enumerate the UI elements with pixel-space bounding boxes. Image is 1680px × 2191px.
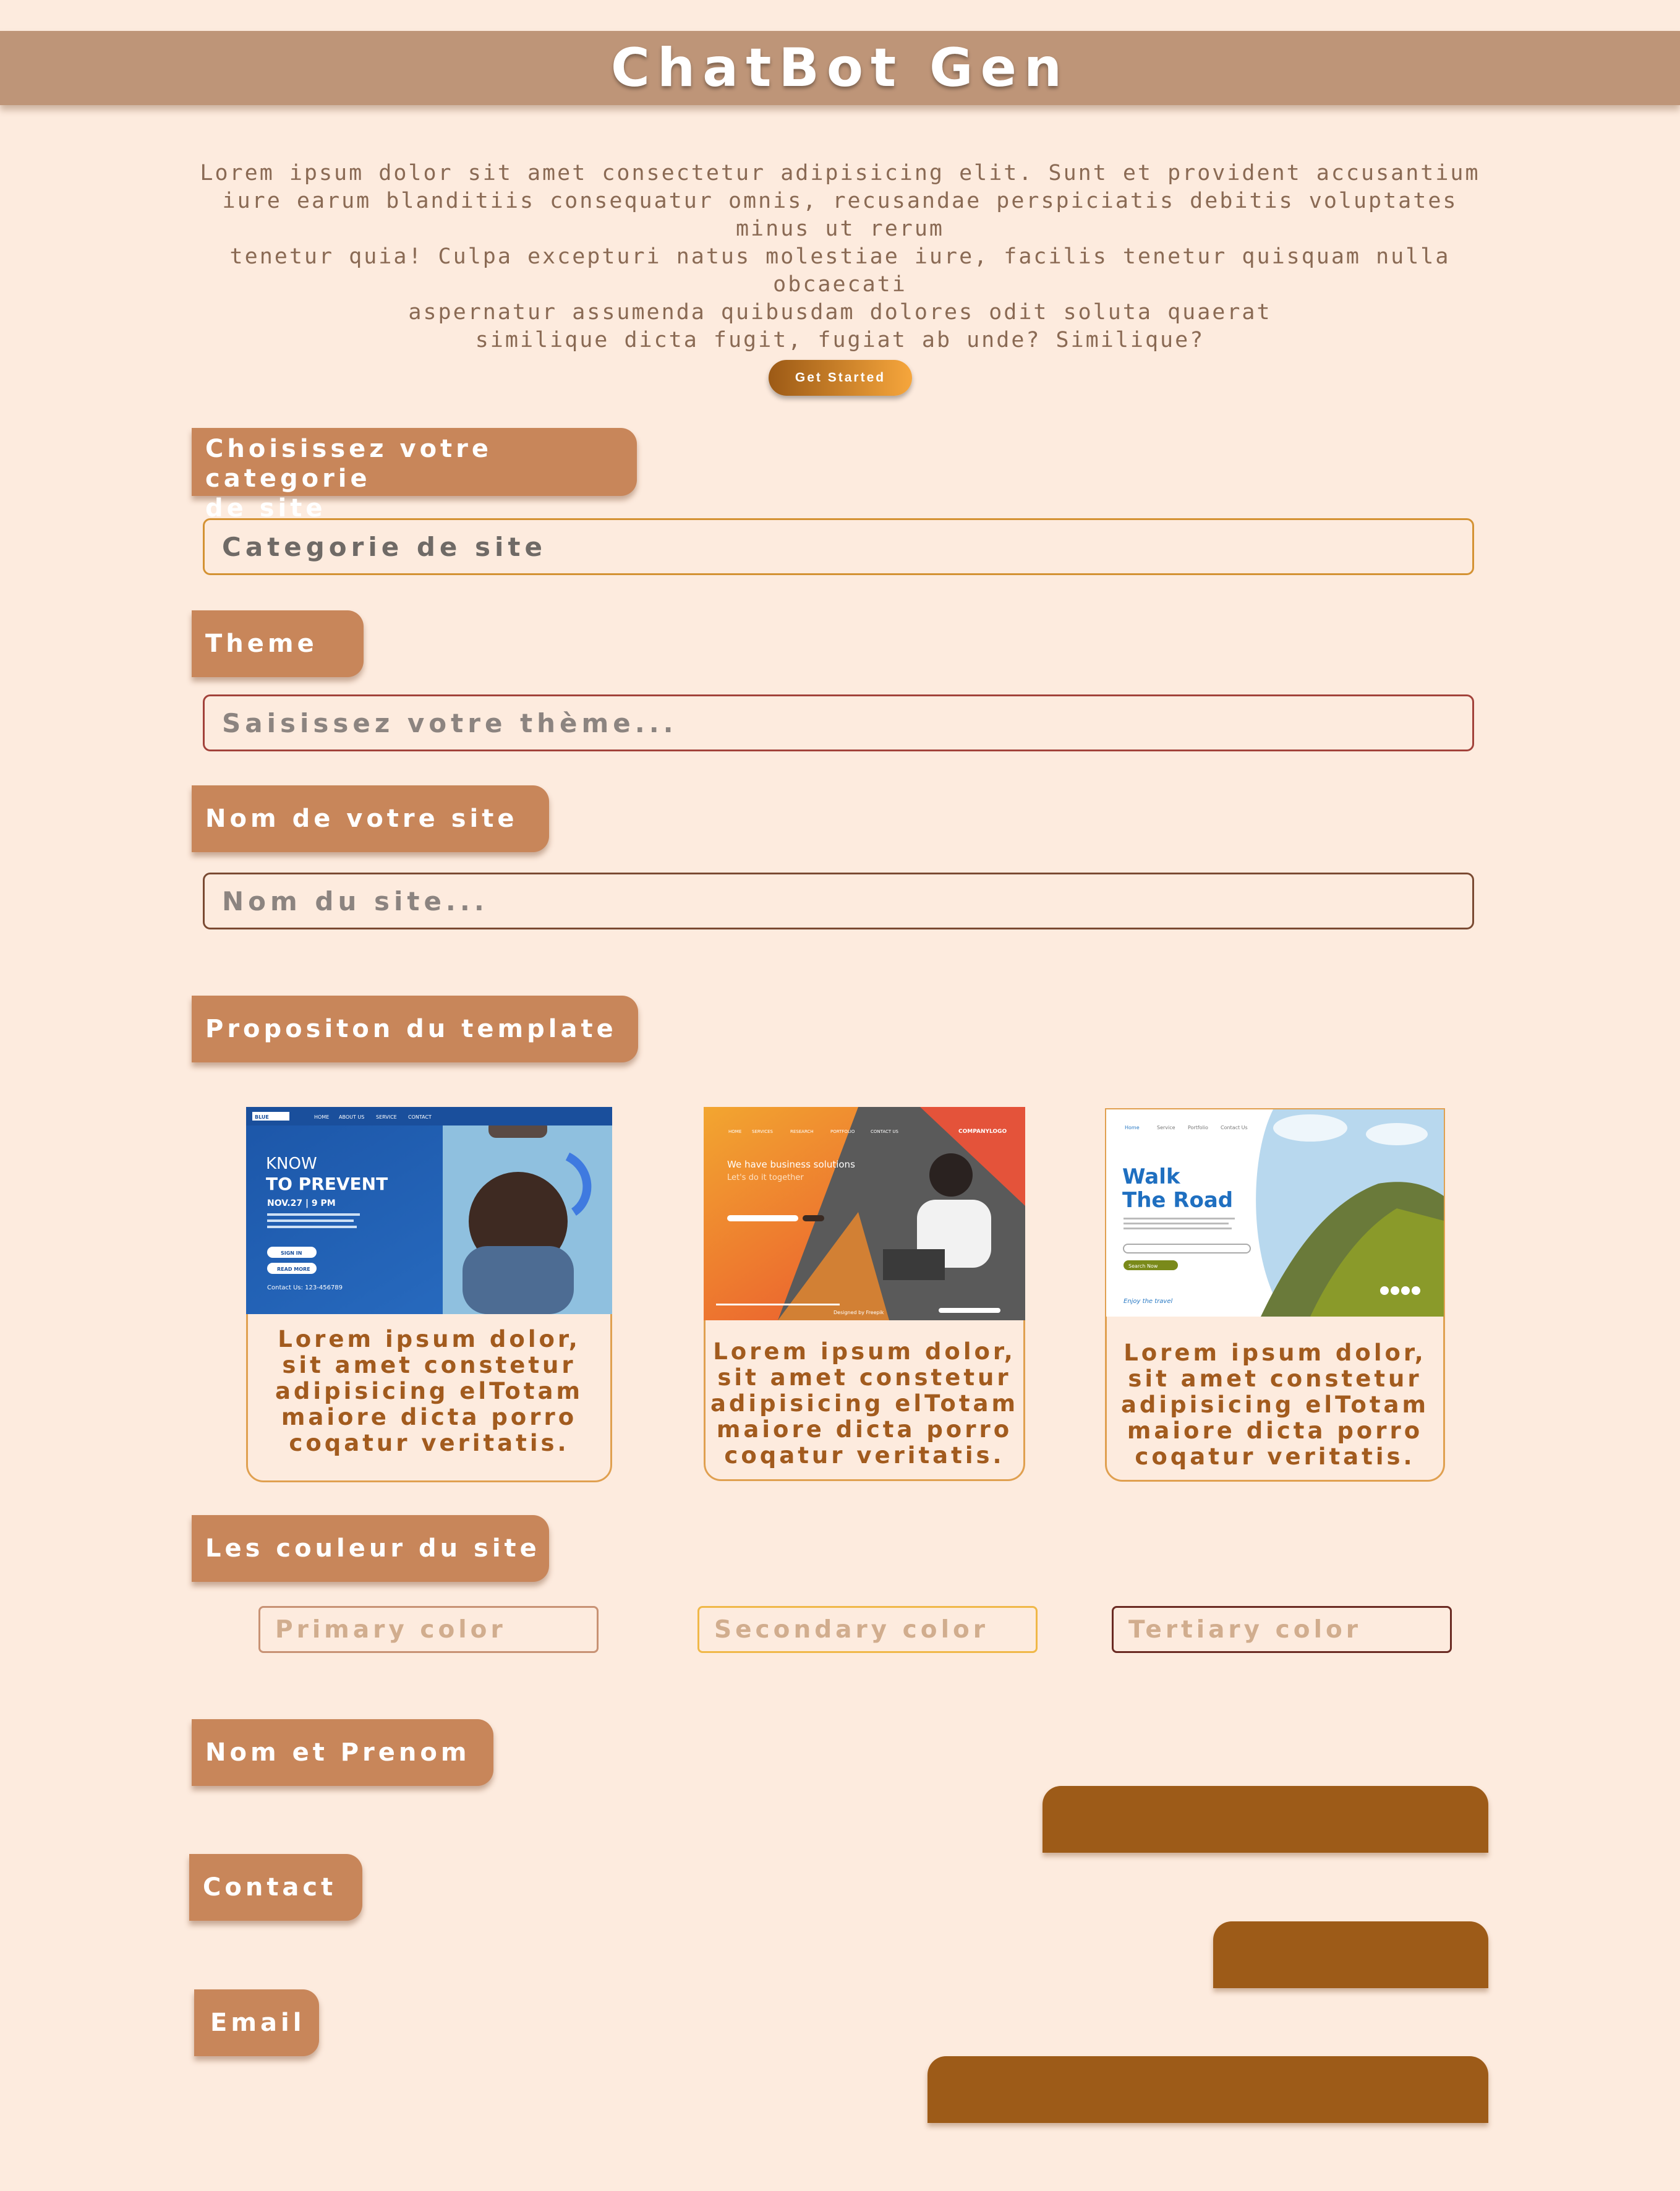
template-3-description: Lorem ipsum dolor, sit amet constetur ad… xyxy=(1105,1340,1445,1470)
category-select[interactable]: Categorie de site xyxy=(203,518,1474,575)
template-2-nav-item: HOME xyxy=(728,1129,741,1134)
template-3-line: coqatur veritatis. xyxy=(1135,1443,1415,1470)
template-3-line: adipisicing elTotam xyxy=(1120,1391,1430,1418)
tertiary-color-input[interactable] xyxy=(1112,1606,1452,1653)
template-1-signin: SIGN IN xyxy=(281,1250,302,1256)
template-1-nav-item: HOME xyxy=(314,1114,329,1120)
intro-line: Lorem ipsum dolor sit amet consectetur a… xyxy=(200,161,1480,186)
primary-color-input[interactable] xyxy=(258,1606,599,1653)
template-1-title: TO PREVENT xyxy=(266,1174,388,1194)
template-3-nav-item: Portfolio xyxy=(1188,1125,1208,1130)
intro-line: similique dicta fugit, fugiat ab unde? S… xyxy=(475,328,1205,352)
template-section-label: Propositon du template xyxy=(192,996,638,1062)
template-3-nav-item: Service xyxy=(1157,1125,1175,1130)
template-2-nav-item: SERVICES xyxy=(752,1129,774,1134)
theme-input[interactable] xyxy=(203,694,1474,751)
template-2-description: Lorem ipsum dolor, sit amet constetur ad… xyxy=(704,1339,1025,1469)
template-2-subline: Let's do it together xyxy=(727,1173,804,1182)
template-1-image: BLUE HOME ABOUT US SERVICE CONTACT KNOW … xyxy=(246,1107,612,1314)
template-2-line: coqatur veritatis. xyxy=(724,1442,1005,1469)
app-title: ChatBot Gen xyxy=(610,37,1070,99)
email-label: Email xyxy=(194,1989,319,2056)
contact-field[interactable] xyxy=(1213,1921,1488,1988)
template-3-line: sit amet constetur xyxy=(1128,1365,1422,1392)
template-3-button: Search Now xyxy=(1128,1263,1158,1269)
template-1-nav-item: CONTACT xyxy=(408,1114,432,1120)
template-2-line: adipisicing elTotam xyxy=(710,1390,1019,1417)
contact-label: Contact xyxy=(189,1854,362,1921)
template-2-headline: We have business solutions xyxy=(727,1159,855,1170)
template-3-image: Home Service Portfolio Contact Us Walk T… xyxy=(1106,1109,1444,1317)
template-1-brand: BLUE xyxy=(255,1114,269,1120)
site-name-input[interactable] xyxy=(203,873,1474,929)
template-1-readmore: READ MORE xyxy=(277,1266,310,1272)
email-field[interactable] xyxy=(927,2056,1488,2123)
template-3-nav-item: Contact Us xyxy=(1221,1125,1248,1130)
intro-line: tenetur quia! Culpa excepturi natus mole… xyxy=(229,244,1451,297)
template-1-line: maiore dicta porro xyxy=(281,1404,578,1430)
site-name-label: Nom de votre site xyxy=(192,785,549,852)
template-3-nav-item: Home xyxy=(1125,1125,1140,1130)
secondary-color-input[interactable] xyxy=(697,1606,1038,1653)
template-2-image: HOME SERVICES RESEARCH PORTFOLIO CONTACT… xyxy=(704,1107,1025,1320)
template-1-contact: Contact Us: 123-456789 xyxy=(267,1284,343,1291)
template-2-footer: Designed by Freepik xyxy=(834,1310,884,1315)
intro-line: aspernatur assumenda quibusdam dolores o… xyxy=(408,300,1272,325)
template-1-nav-item: ABOUT US xyxy=(339,1114,364,1120)
category-select-value: Categorie de site xyxy=(222,532,547,562)
template-3-title: Walk xyxy=(1122,1164,1181,1189)
template-3-line: Lorem ipsum dolor, xyxy=(1124,1339,1426,1366)
template-3-title: The Road xyxy=(1122,1188,1233,1213)
theme-label: Theme xyxy=(192,610,364,677)
template-2-line: Lorem ipsum dolor, xyxy=(713,1338,1016,1365)
get-started-button[interactable]: Get Started xyxy=(769,360,912,396)
template-2-line: maiore dicta porro xyxy=(716,1416,1013,1443)
category-label-line: Choisissez votre categorie xyxy=(205,435,493,493)
template-1-line: coqatur veritatis. xyxy=(289,1430,569,1456)
template-1-nav-item: SERVICE xyxy=(376,1114,397,1120)
template-1-line: adipisicing elTotam xyxy=(275,1378,584,1404)
full-name-field[interactable] xyxy=(1043,1786,1488,1853)
template-2-line: sit amet constetur xyxy=(717,1364,1012,1391)
category-label: Choisissez votre categorie de site xyxy=(192,428,637,523)
template-2-nav-item: RESEARCH xyxy=(790,1129,814,1134)
template-3-line: maiore dicta porro xyxy=(1127,1417,1423,1444)
template-1-date: NOV.27 | 9 PM xyxy=(267,1198,336,1208)
template-1-title: KNOW xyxy=(266,1155,317,1173)
full-name-label: Nom et Prenom xyxy=(192,1719,493,1786)
template-1-line: Lorem ipsum dolor, xyxy=(278,1326,581,1352)
template-1-description: Lorem ipsum dolor, sit amet constetur ad… xyxy=(246,1326,612,1456)
template-1-line: sit amet constetur xyxy=(282,1352,576,1378)
template-2-logo: COMPANYLOGO xyxy=(958,1129,1007,1135)
template-3-tagline: Enjoy the travel xyxy=(1124,1298,1172,1305)
intro-line: iure earum blanditiis consequatur omnis,… xyxy=(222,189,1458,241)
template-2-nav-item: PORTFOLIO xyxy=(830,1129,855,1134)
intro-paragraph: Lorem ipsum dolor sit amet consectetur a… xyxy=(185,160,1495,354)
template-2-nav-item: CONTACT US xyxy=(871,1129,899,1134)
colors-label: Les couleur du site xyxy=(192,1515,549,1582)
